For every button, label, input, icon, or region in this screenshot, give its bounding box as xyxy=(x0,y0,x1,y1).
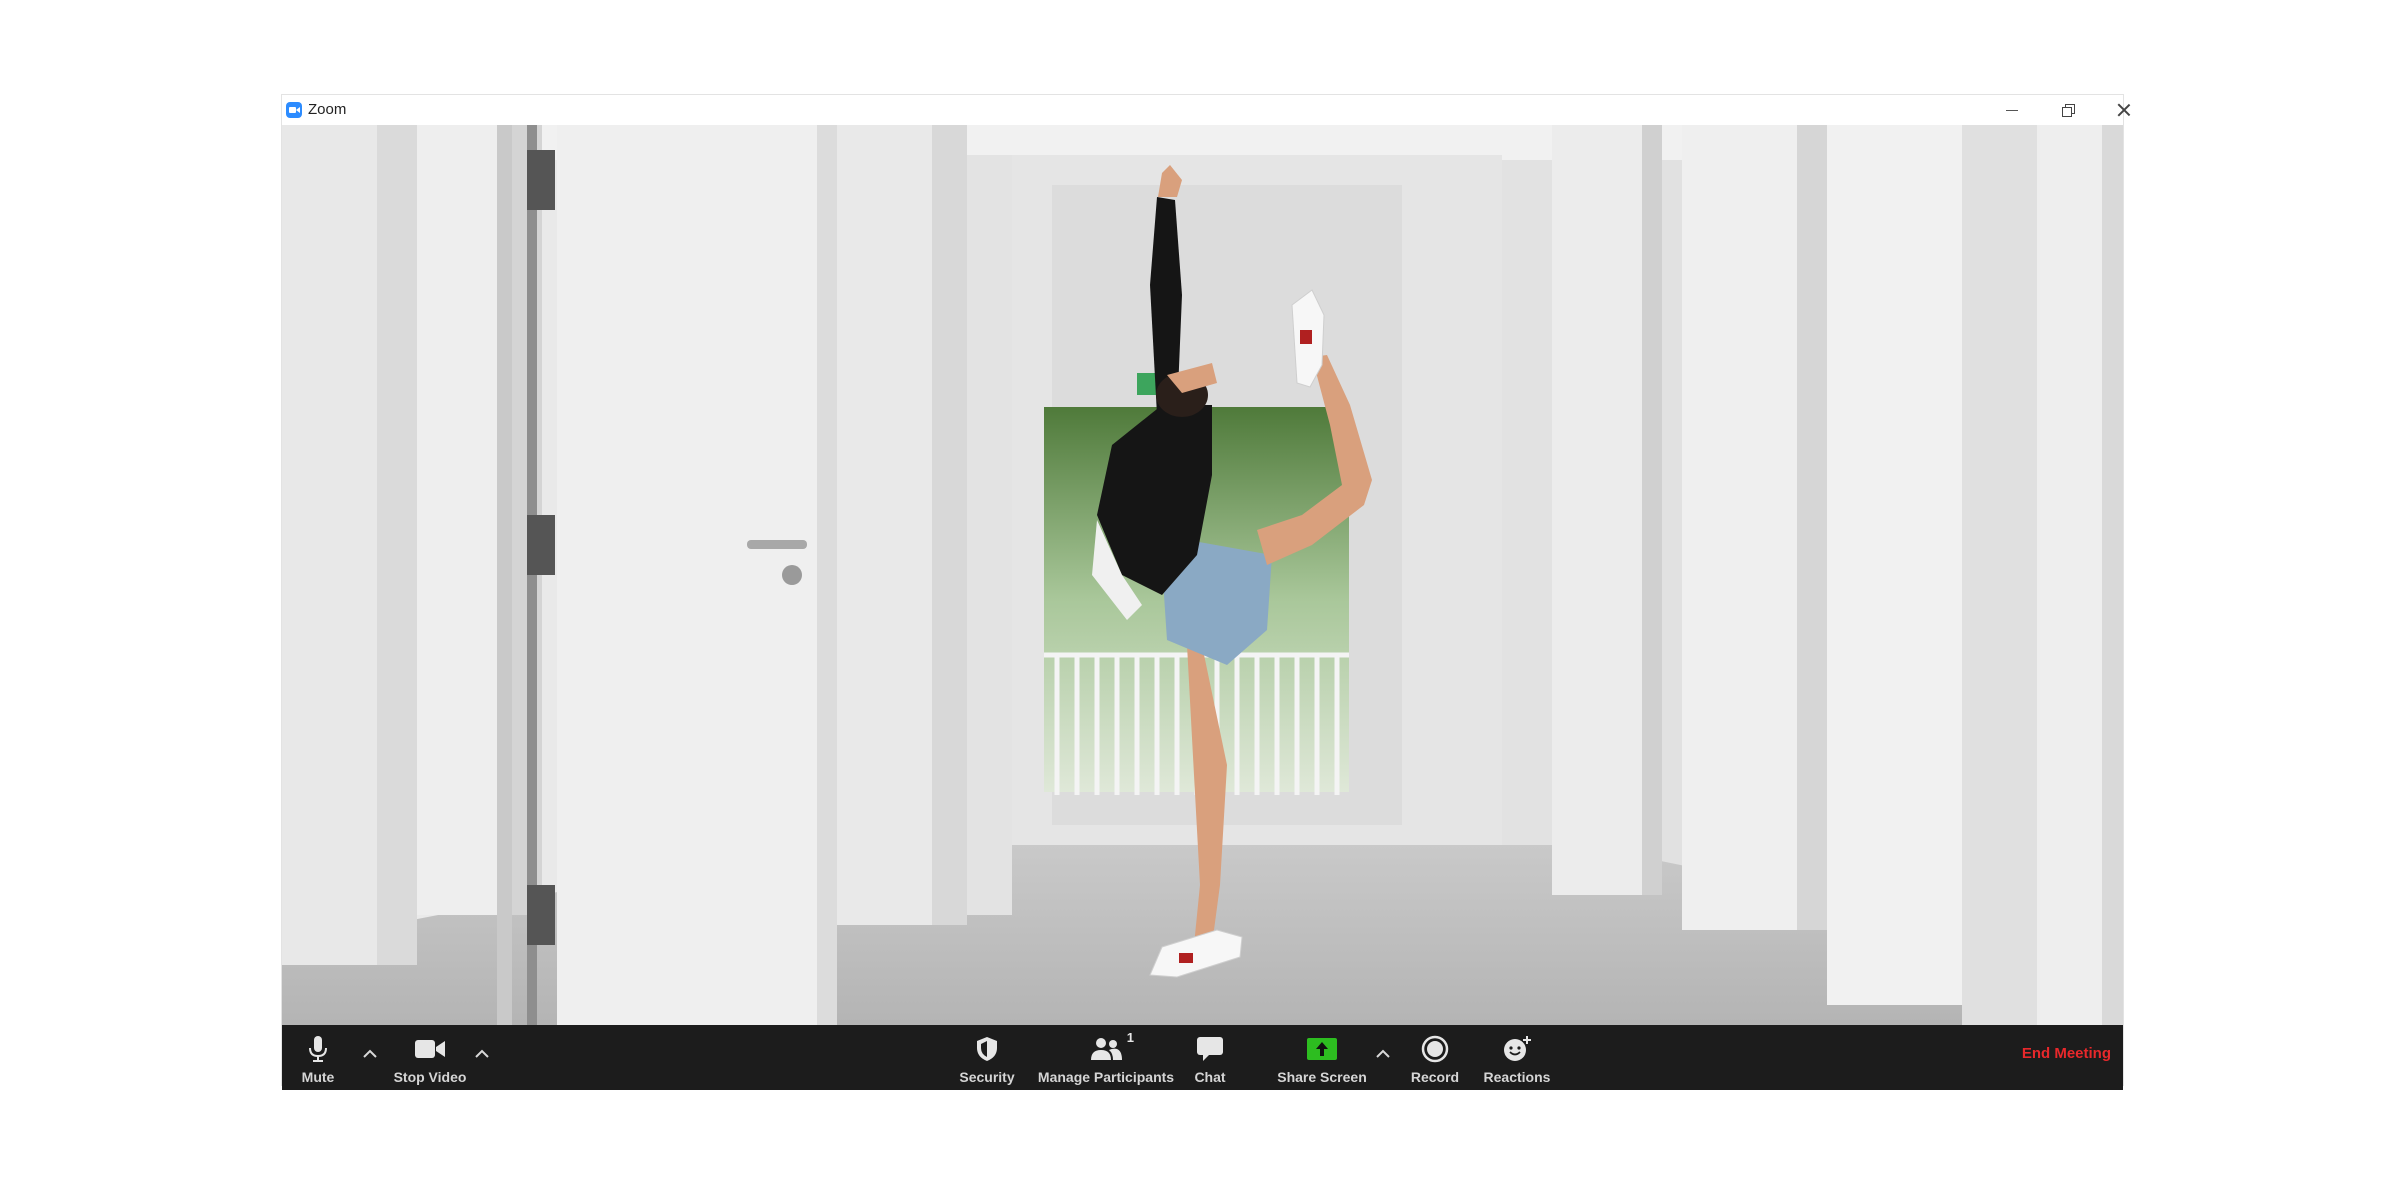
reactions-button[interactable]: Reactions xyxy=(1477,1025,1557,1090)
share-screen-label: Share Screen xyxy=(1277,1069,1367,1085)
restore-icon xyxy=(2062,104,2075,117)
chat-button[interactable]: Chat xyxy=(1180,1025,1240,1090)
share-screen-button[interactable]: Share Screen xyxy=(1272,1025,1372,1090)
minimize-icon xyxy=(2006,109,2018,111)
zoom-logo-icon xyxy=(286,102,302,118)
chevron-up-icon xyxy=(1376,1049,1390,1058)
chevron-up-icon xyxy=(475,1049,489,1058)
title-bar[interactable]: Zoom xyxy=(282,95,2123,125)
chevron-up-icon xyxy=(363,1049,377,1058)
zoom-window: Zoom Mute Stop Video Security 1 Manage P… xyxy=(282,95,2123,1090)
emoji-icon xyxy=(1497,1034,1537,1064)
chat-label: Chat xyxy=(1194,1069,1226,1085)
mute-button[interactable]: Mute xyxy=(284,1025,352,1090)
record-icon xyxy=(1415,1034,1455,1064)
video-camera-icon xyxy=(410,1034,450,1064)
end-meeting-button[interactable]: End Meeting xyxy=(2022,1045,2111,1062)
minimize-button[interactable] xyxy=(1984,95,2040,125)
record-label: Record xyxy=(1410,1069,1460,1085)
participants-icon: 1 xyxy=(1086,1030,1134,1064)
window-title: Zoom xyxy=(308,101,347,118)
restore-button[interactable] xyxy=(2040,95,2096,125)
shield-icon xyxy=(967,1034,1007,1064)
participants-label: Manage Participants xyxy=(1037,1069,1175,1085)
security-label: Security xyxy=(959,1069,1015,1085)
audio-options-caret[interactable] xyxy=(358,1041,382,1065)
chat-bubble-icon xyxy=(1190,1034,1230,1064)
record-button[interactable]: Record xyxy=(1400,1025,1470,1090)
manage-participants-button[interactable]: 1 Manage Participants xyxy=(1036,1025,1176,1090)
microphone-icon xyxy=(298,1034,338,1064)
close-button[interactable] xyxy=(2096,95,2152,125)
stop-video-button[interactable]: Stop Video xyxy=(384,1025,476,1090)
close-icon xyxy=(2117,103,2131,117)
video-frame-image xyxy=(282,125,2123,1025)
security-button[interactable]: Security xyxy=(952,1025,1022,1090)
video-feed xyxy=(282,125,2123,1025)
reactions-label: Reactions xyxy=(1483,1069,1551,1085)
share-options-caret[interactable] xyxy=(1371,1041,1395,1065)
stop-video-label: Stop Video xyxy=(393,1069,467,1085)
mute-label: Mute xyxy=(301,1069,335,1085)
meeting-toolbar: Mute Stop Video Security 1 Manage Partic… xyxy=(282,1025,2123,1090)
video-options-caret[interactable] xyxy=(470,1041,494,1065)
share-screen-icon xyxy=(1302,1034,1342,1064)
participants-count: 1 xyxy=(1126,1030,1134,1045)
